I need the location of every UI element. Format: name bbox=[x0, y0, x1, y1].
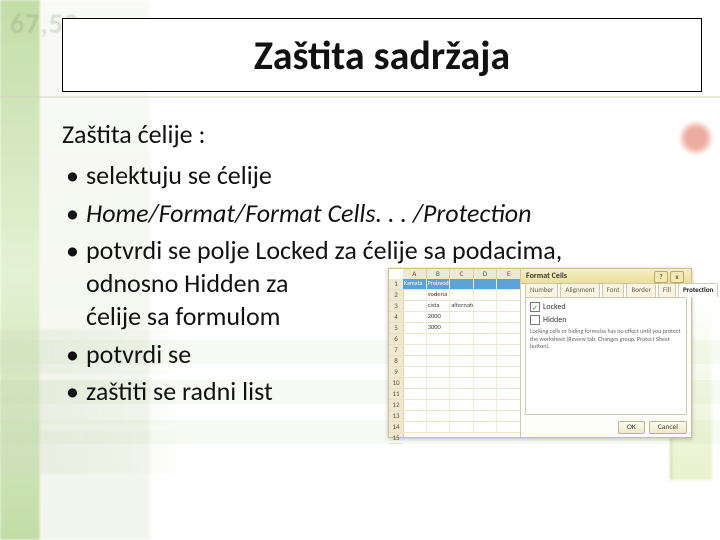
title-box: Zaštita sadržaja bbox=[62, 18, 702, 92]
hidden-checkbox-row: Hidden bbox=[530, 315, 682, 325]
cell: vodena pumpa bbox=[427, 290, 451, 300]
col-header: A bbox=[403, 269, 427, 279]
row-num: 9 bbox=[389, 367, 403, 378]
cell: 3000 bbox=[427, 323, 451, 333]
cell bbox=[403, 312, 427, 322]
row-num: 5 bbox=[389, 323, 403, 334]
tab-border[interactable]: Border bbox=[626, 283, 655, 297]
row-num: 1 bbox=[389, 279, 403, 290]
cell: Kamata bbox=[403, 279, 427, 289]
cell: Proizvodnja bbox=[427, 279, 451, 289]
bullet-text: zaštiti se radni list bbox=[86, 375, 273, 407]
bullet-item: Home/Format/Format Cells. . . /Protectio… bbox=[62, 197, 698, 234]
table-row bbox=[403, 356, 521, 367]
lead-line: Zaštita ćelije : bbox=[62, 118, 698, 151]
table-row: cista alternator bbox=[403, 301, 521, 312]
cancel-button[interactable]: Cancel bbox=[649, 421, 687, 434]
cell bbox=[403, 323, 427, 333]
table-row bbox=[403, 422, 521, 433]
cell bbox=[450, 323, 474, 333]
column-headers: A B C D E bbox=[403, 269, 521, 279]
table-row: 2000 bbox=[403, 312, 521, 323]
col-header: B bbox=[427, 269, 451, 279]
cell bbox=[474, 290, 498, 300]
cell bbox=[450, 312, 474, 322]
bullet-text: Home/Format/Format Cells. . . /Protectio… bbox=[86, 197, 531, 229]
dialog-body: ✓ Locked Hidden Locking cells or hiding … bbox=[525, 297, 687, 415]
dialog-titlebar: Format Cells ? x bbox=[521, 269, 691, 284]
table-row bbox=[403, 389, 521, 400]
col-header: D bbox=[474, 269, 498, 279]
bullet-item: selektuju se ćelije bbox=[62, 159, 698, 196]
table-row bbox=[403, 334, 521, 345]
table-row bbox=[403, 345, 521, 356]
row-num: 10 bbox=[389, 378, 403, 389]
close-icon[interactable]: x bbox=[670, 271, 684, 283]
cell bbox=[497, 323, 521, 333]
cell bbox=[497, 312, 521, 322]
help-icon[interactable]: ? bbox=[654, 271, 668, 283]
table-row bbox=[403, 378, 521, 389]
bullet-text: selektuju se ćelije bbox=[86, 159, 272, 191]
table-row bbox=[403, 400, 521, 411]
cell bbox=[450, 279, 474, 289]
cell bbox=[474, 301, 498, 311]
bullet-text: potvrdi se polje Locked za ćelije sa pod… bbox=[86, 234, 562, 266]
tab-font[interactable]: Font bbox=[602, 283, 625, 297]
tab-number[interactable]: Number bbox=[525, 283, 558, 297]
table-row: 3000 bbox=[403, 323, 521, 334]
table-row: vodena pumpa bbox=[403, 290, 521, 301]
tab-alignment[interactable]: Alignment bbox=[560, 283, 599, 297]
cells: Kamata Proizvodnja vodena pumpa cista bbox=[403, 279, 521, 437]
cell: cista bbox=[427, 301, 451, 311]
table-row bbox=[403, 411, 521, 422]
cell bbox=[474, 323, 498, 333]
row-num: 8 bbox=[389, 356, 403, 367]
tab-protection[interactable]: Protection bbox=[678, 283, 718, 297]
slide: 67,52 Zaštita sadržaja Zaštita ćelije : … bbox=[0, 0, 720, 540]
locked-checkbox-row: ✓ Locked bbox=[530, 302, 682, 312]
row-headers: 1 2 3 4 5 6 7 8 9 10 11 12 13 14 15 bbox=[389, 279, 404, 437]
row-num: 3 bbox=[389, 301, 403, 312]
row-num: 11 bbox=[389, 389, 403, 400]
cell bbox=[497, 290, 521, 300]
col-header: E bbox=[497, 269, 521, 279]
tab-fill[interactable]: Fill bbox=[658, 283, 676, 297]
protection-hint: Locking cells or hiding formulas has no … bbox=[530, 328, 682, 351]
dialog-title: Format Cells bbox=[521, 271, 572, 281]
col-header: C bbox=[450, 269, 474, 279]
table-row bbox=[403, 367, 521, 378]
table-row: Kamata Proizvodnja bbox=[403, 279, 521, 290]
cell: alternator bbox=[450, 301, 474, 311]
dialog-tabs: Number Alignment Font Border Fill Protec… bbox=[525, 283, 687, 297]
embedded-screenshot: A B C D E 1 2 3 4 5 6 7 8 9 10 11 12 13 … bbox=[388, 268, 692, 438]
row-num: 14 bbox=[389, 422, 403, 433]
row-num: 7 bbox=[389, 345, 403, 356]
locked-checkbox[interactable]: ✓ bbox=[530, 302, 540, 312]
row-num: 13 bbox=[389, 411, 403, 422]
hidden-checkbox[interactable] bbox=[530, 315, 540, 325]
hidden-label: Hidden bbox=[543, 315, 566, 325]
cell: 2000 bbox=[427, 312, 451, 322]
row-num: 12 bbox=[389, 400, 403, 411]
row-num: 15 bbox=[389, 433, 403, 444]
row-num: 6 bbox=[389, 334, 403, 345]
cell bbox=[450, 290, 474, 300]
cell bbox=[474, 312, 498, 322]
locked-label: Locked bbox=[543, 302, 566, 312]
cell bbox=[474, 279, 498, 289]
cell bbox=[497, 301, 521, 311]
row-num: 4 bbox=[389, 312, 403, 323]
ok-button[interactable]: OK bbox=[618, 421, 645, 434]
bullet-text: potvrdi se bbox=[86, 338, 191, 370]
excel-grid: A B C D E 1 2 3 4 5 6 7 8 9 10 11 12 13 … bbox=[389, 269, 522, 437]
row-num: 2 bbox=[389, 290, 403, 301]
slide-title: Zaštita sadržaja bbox=[254, 31, 510, 80]
cell bbox=[497, 279, 521, 289]
dialog-buttons: OK Cancel bbox=[618, 421, 687, 434]
format-cells-dialog: Format Cells ? x Number Alignment Font B… bbox=[520, 269, 691, 437]
cell bbox=[403, 290, 427, 300]
cell bbox=[403, 301, 427, 311]
